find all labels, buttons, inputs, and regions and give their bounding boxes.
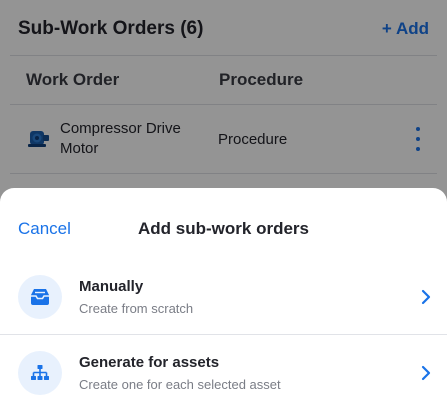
sheet-title: Add sub-work orders <box>138 219 309 238</box>
option-label: Generate for assets <box>79 354 220 371</box>
option-label: Manually <box>79 278 144 295</box>
hierarchy-icon <box>18 351 62 395</box>
chevron-right-icon <box>419 363 433 383</box>
sheet-header: Cancel Add sub-work orders <box>0 188 447 270</box>
add-sub-work-orders-sheet: Cancel Add sub-work orders Manually Crea… <box>0 188 447 413</box>
option-generate-for-assets[interactable]: Generate for assets Create one for each … <box>0 336 447 410</box>
option-manually[interactable]: Manually Create from scratch <box>0 260 447 335</box>
chevron-right-icon <box>419 287 433 307</box>
inbox-tray-icon <box>18 275 62 319</box>
option-description: Create one for each selected asset <box>79 377 281 392</box>
option-description: Create from scratch <box>79 301 194 316</box>
